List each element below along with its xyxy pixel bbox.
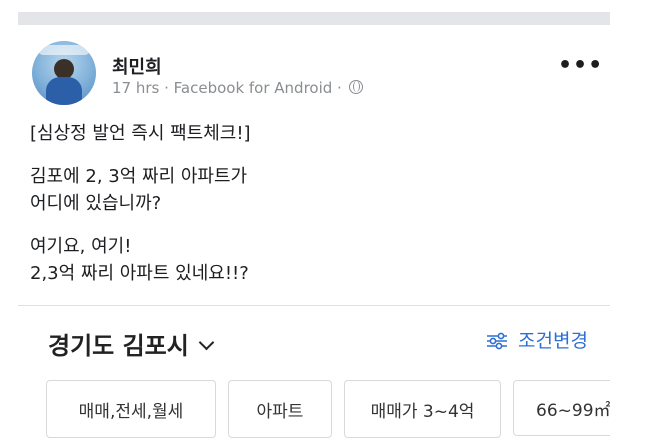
post-text-line: 여기요, 여기!: [30, 236, 132, 257]
post-text-line: 2,3억 짜리 아파트 있네요!!?: [30, 263, 249, 284]
more-options-button[interactable]: •••: [558, 53, 603, 78]
avatar-head: [54, 59, 74, 79]
section-divider: [18, 305, 610, 306]
top-divider-bar: [18, 12, 610, 25]
chevron-down-icon: [198, 334, 215, 351]
chip-transaction-type[interactable]: 매매,전세,월세: [46, 380, 216, 438]
filter-chips: 매매,전세,월세 아파트 매매가 3~4억 66~99㎡: [46, 380, 610, 438]
change-filter-label: 조건변경: [518, 330, 588, 352]
post-text-line: [심상정 발언 즉시 팩트체크!]: [30, 123, 251, 144]
change-filter-button[interactable]: 조건변경: [486, 326, 588, 353]
post-text-line: 김포에 2, 3억 짜리 아파트가: [30, 166, 248, 187]
globe-icon: [348, 80, 363, 94]
region-label: 경기도 김포시: [48, 332, 189, 360]
avatar-banner: [38, 45, 90, 55]
post-meta-text: 17 hrs · Facebook for Android ·: [112, 79, 342, 97]
facebook-post: 최민희 17 hrs · Facebook for Android · ••• …: [18, 25, 610, 305]
post-text-line: 어디에 있습니까?: [30, 193, 162, 214]
avatar[interactable]: [32, 41, 96, 105]
sliders-icon: [487, 332, 507, 350]
chip-property-type[interactable]: 아파트: [228, 380, 332, 438]
region-selector[interactable]: 경기도 김포시: [48, 326, 215, 361]
chip-price-range[interactable]: 매매가 3~4억: [344, 380, 501, 438]
post-meta: 17 hrs · Facebook for Android ·: [112, 79, 363, 97]
chip-area-range[interactable]: 66~99㎡: [513, 380, 610, 436]
post-author-name[interactable]: 최민희: [112, 53, 162, 79]
avatar-body: [46, 77, 82, 105]
